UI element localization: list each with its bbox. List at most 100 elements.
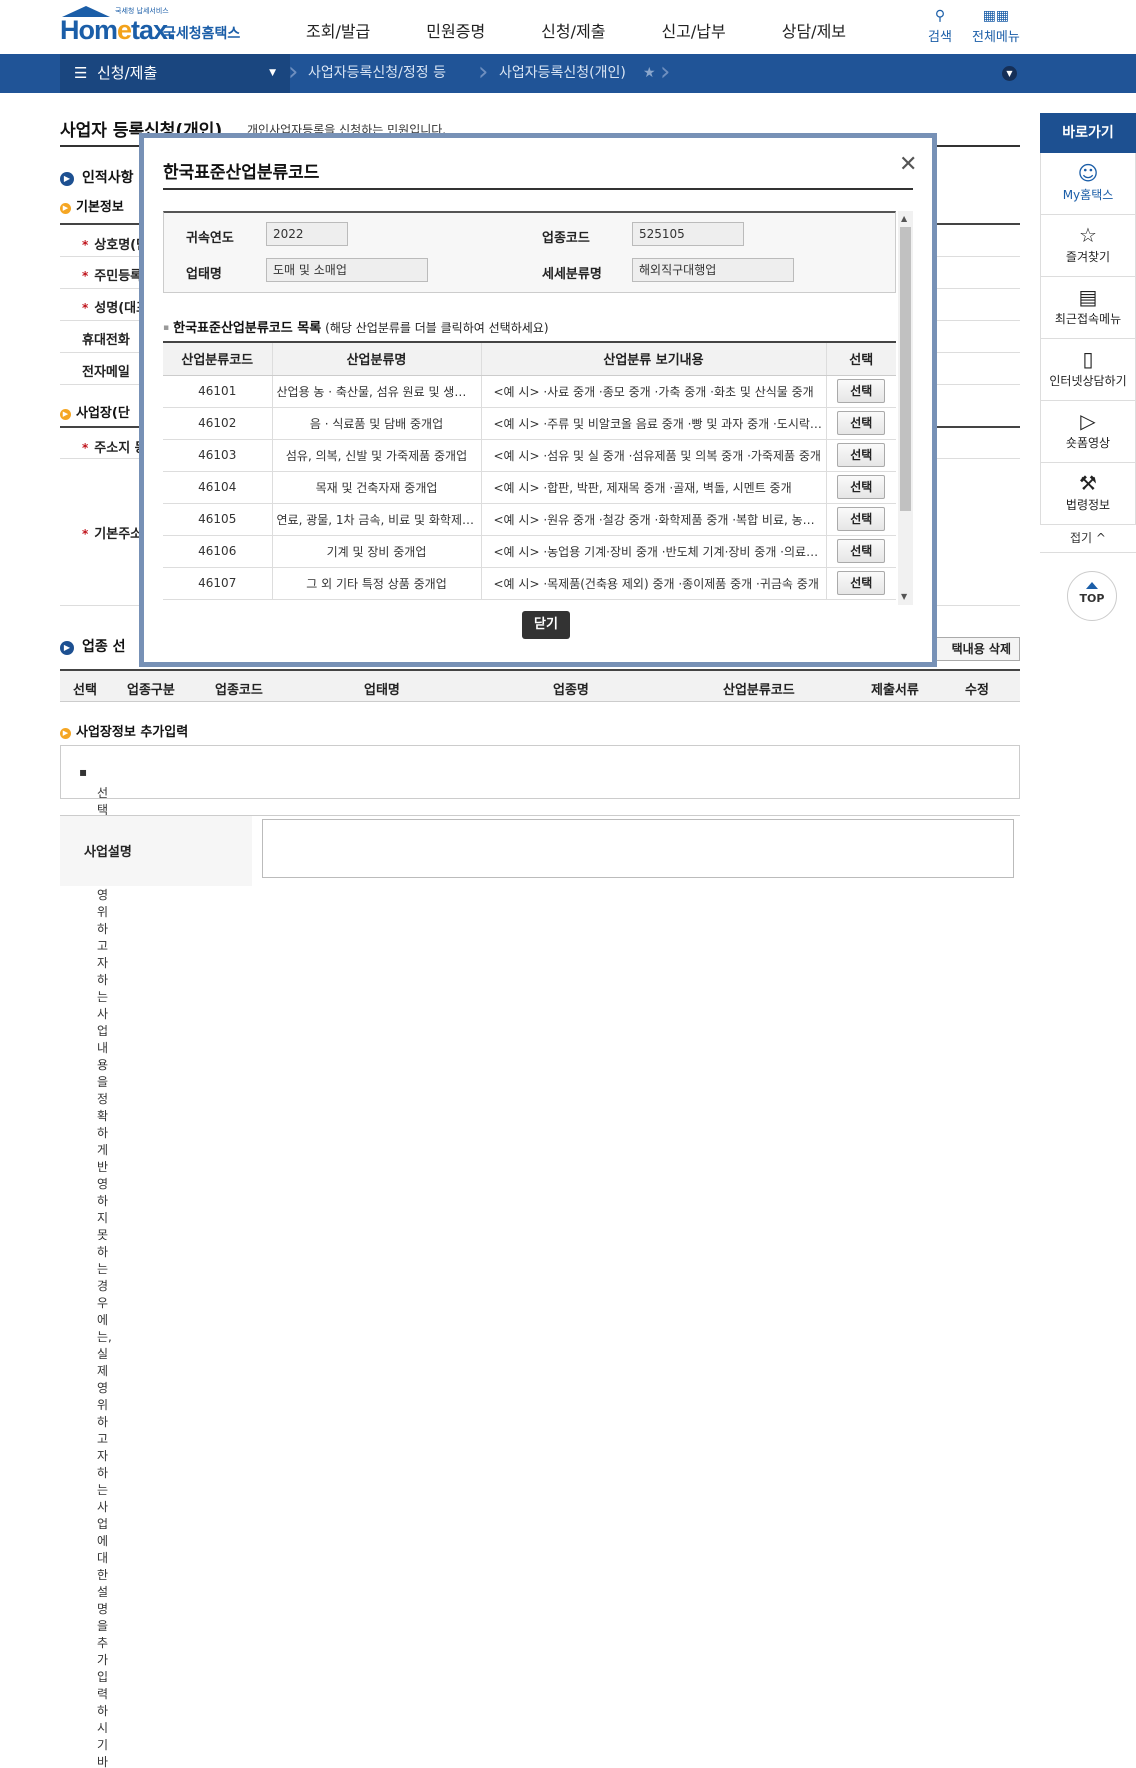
industry-code-modal: 한국표준산업분류코드 ✕ 귀속연도 2022 업종코드 525105 업태명 도… bbox=[139, 133, 937, 667]
modal-scrollbar[interactable]: ▲ ▼ bbox=[898, 211, 913, 605]
sidebar-item-consult[interactable]: ▯ 인터넷상담하기 bbox=[1040, 339, 1136, 401]
col-industry-code: 업종코드 bbox=[215, 683, 263, 698]
row-example: <예 시> ·농업용 기계·장비 중개 ·반도체 기계·장비 중개 ·의료기기 … bbox=[481, 535, 827, 568]
col-edit: 수정 bbox=[965, 683, 989, 698]
col-industry-type: 업종구분 bbox=[127, 683, 175, 698]
nav-application[interactable]: 신청/제출 bbox=[541, 18, 605, 42]
sidebar-item-law[interactable]: ⚒ 법령정보 bbox=[1040, 463, 1136, 525]
gavel-icon: ⚒ bbox=[1079, 471, 1097, 495]
chat-icon: ▯ bbox=[1082, 347, 1094, 371]
industry-table-header: 선택 업종구분 업종코드 업태명 업종명 산업분류코드 제출서류 수정 bbox=[60, 669, 1020, 702]
table-row[interactable]: 46102 음 · 식료품 및 담배 중개업 <예 시> ·주류 및 비알코올 음료… bbox=[163, 407, 896, 440]
select-button[interactable]: 선택 bbox=[837, 411, 886, 435]
row-name: 음 · 식료품 및 담배 중개업 bbox=[272, 407, 482, 440]
row-code: 46105 bbox=[163, 503, 273, 536]
table-row[interactable]: 46105연료, 광물, 1차 금속, 비료 및 화학제품 중개업<예 시> ·… bbox=[163, 503, 896, 536]
table-row[interactable]: 46101 산업용 농 · 축산물, 섬유 원료 및 생물 중개업 <예 시> ·사… bbox=[163, 375, 896, 408]
table-row[interactable]: 46106 기계 및 장비 중개업 <예 시> ·농업용 기계·장비 중개 ·반도체… bbox=[163, 535, 896, 568]
nav-consult[interactable]: 상담/제보 bbox=[782, 18, 846, 42]
row-name: 그 외 기타 특정 상품 중개업 bbox=[272, 567, 482, 600]
row-example: <예 시> ·주류 및 비알코올 음료 중개 ·빵 및 과자 중개 ·도시락 중… bbox=[481, 407, 827, 440]
close-icon[interactable]: ✕ bbox=[899, 154, 917, 176]
breadcrumb-level3[interactable]: 사업자등록신청(개인) bbox=[499, 54, 626, 93]
row-example: <예 시> ·합판, 박판, 제재목 중개 ·골재, 벽돌, 시멘트 중개 bbox=[481, 471, 827, 504]
selected-info-panel: 귀속연도 2022 업종코드 525105 업태명 도매 및 소매업 세세분류명… bbox=[163, 211, 896, 293]
hometax-logo[interactable]: 국세청 납세서비스 Hometax. 국세청홈택스 bbox=[60, 6, 250, 46]
logo-korean: 국세청홈택스 bbox=[163, 26, 241, 42]
play-icon: ▷ bbox=[1080, 409, 1096, 433]
business-description-textarea[interactable] bbox=[262, 819, 1014, 878]
quick-links-sidebar: 바로가기 ☺ My홈택스 ☆ 즐겨찾기 ▤ 최근접속메뉴 ▯ 인터넷상담하기 ▷ 숏폼영상… bbox=[1040, 113, 1136, 553]
sub-extra-info: ▶ 사업장정보 추가입력 bbox=[60, 721, 188, 740]
sidebar-item-shortform[interactable]: ▷ 숏폼영상 bbox=[1040, 401, 1136, 463]
breadcrumb-level2[interactable]: 사업자등록신청/정정 등 bbox=[308, 54, 446, 93]
row-example: <예 시> ·원유 중개 ·철강 중개 ·화학제품 중개 ·복합 비료, 농약 … bbox=[481, 503, 827, 536]
logo-wordmark: Hometax. bbox=[60, 15, 175, 45]
field-label-address: * 주소지 동 bbox=[82, 441, 147, 456]
breadcrumb-bar: ☰ 신청/제출 ▼ › 사업자등록신청/정정 등 › 사업자등록신청(개인) ★ … bbox=[0, 54, 1136, 93]
breadcrumb-separator-icon: › bbox=[288, 57, 299, 87]
year-label: 귀속연도 bbox=[186, 231, 234, 246]
info-box: ▪ 선택한 업종이 영위하고자 하는 사업 내용을 정확하게 반영하지 못하는 … bbox=[60, 745, 1020, 1768]
col-classification-code: 산업분류코드 bbox=[723, 683, 795, 698]
favorite-star-icon[interactable]: ★ bbox=[643, 54, 656, 93]
field-label-phone: 휴대전화 bbox=[82, 333, 130, 348]
menu-dropdown[interactable]: ☰ 신청/제출 ▼ bbox=[60, 54, 290, 93]
scrollbar-thumb[interactable] bbox=[900, 227, 911, 511]
search-label: 검색 bbox=[928, 30, 952, 45]
scroll-top-button[interactable]: TOP bbox=[1067, 571, 1117, 621]
th-name: 산업분류명 bbox=[272, 341, 482, 376]
select-button[interactable]: 선택 bbox=[837, 475, 886, 499]
row-code: 46101 bbox=[163, 375, 273, 408]
row-code: 46106 bbox=[163, 535, 273, 568]
row-name: 섬유, 의복, 신발 및 가죽제품 중개업 bbox=[272, 439, 482, 472]
modal-title-divider bbox=[163, 188, 913, 190]
scroll-down-icon[interactable]: ▼ bbox=[901, 592, 907, 601]
th-example: 산업분류 보기내용 bbox=[481, 341, 827, 376]
sub-bullet-icon: ▶ bbox=[60, 409, 71, 420]
menu-dropdown-label: 신청/제출 bbox=[96, 64, 158, 82]
delete-selection-button[interactable]: 택내용 삭제 bbox=[936, 637, 1020, 661]
field-label-email: 전자메일 bbox=[82, 365, 130, 380]
row-name: 연료, 광물, 1차 금속, 비료 및 화학제품 중개업 bbox=[272, 503, 482, 536]
breadcrumb-separator-icon: › bbox=[660, 57, 671, 87]
table-row[interactable]: 46104 목재 및 건축자재 중개업 <예 시> ·합판, 박판, 제재목 중개 … bbox=[163, 471, 896, 504]
sub-bullet-icon: ▶ bbox=[60, 203, 71, 214]
nav-inquiry[interactable]: 조회/발급 bbox=[306, 18, 370, 42]
scroll-up-icon[interactable]: ▲ bbox=[901, 214, 907, 223]
select-button[interactable]: 선택 bbox=[837, 507, 886, 531]
row-code: 46102 bbox=[163, 407, 273, 440]
sub-business-place: ▶ 사업장(단 bbox=[60, 402, 130, 421]
quick-links-title: 바로가기 bbox=[1040, 113, 1136, 153]
modal-scroll-area: 귀속연도 2022 업종코드 525105 업태명 도매 및 소매업 세세분류명… bbox=[163, 211, 913, 605]
expand-circle-icon[interactable]: ▼ bbox=[1002, 66, 1017, 81]
col-industry-name: 업종명 bbox=[553, 683, 589, 698]
select-button[interactable]: 선택 bbox=[837, 379, 886, 403]
close-button[interactable]: 닫기 bbox=[522, 611, 570, 639]
sidebar-fold-button[interactable]: 접기 ^ bbox=[1040, 525, 1136, 553]
sidebar-item-my-hometax[interactable]: ☺ My홈택스 bbox=[1040, 153, 1136, 215]
sidebar-item-favorites[interactable]: ☆ 즐겨찾기 bbox=[1040, 215, 1136, 277]
sub-basic-info: ▶ 기본정보 bbox=[60, 196, 124, 215]
col-select: 선택 bbox=[73, 683, 97, 698]
section-bullet-icon: ▶ bbox=[60, 172, 74, 186]
all-menu-button[interactable]: ▦▦ 전체메뉴 bbox=[972, 8, 1020, 45]
sub-bullet-icon: ▶ bbox=[60, 728, 71, 739]
field-label-base-address: * 기본주소 bbox=[82, 527, 143, 542]
nav-report-pay[interactable]: 신고/납부 bbox=[661, 18, 725, 42]
search-button[interactable]: ⚲ 검색 bbox=[928, 8, 952, 45]
sidebar-item-recent[interactable]: ▤ 최근접속메뉴 bbox=[1040, 277, 1136, 339]
th-select: 선택 bbox=[826, 341, 896, 376]
classification-table: 산업분류코드 산업분류명 산업분류 보기내용 선택 46101 산업용 농 · 축… bbox=[163, 341, 896, 600]
business-type-label: 업태명 bbox=[186, 267, 222, 282]
nav-certificate[interactable]: 민원증명 bbox=[426, 18, 485, 42]
section-bullet-icon: ▶ bbox=[60, 641, 74, 655]
table-row[interactable]: 46107 그 외 기타 특정 상품 중개업 <예 시> ·목제품(건축용 제외) … bbox=[163, 567, 896, 600]
select-button[interactable]: 선택 bbox=[837, 539, 886, 563]
select-button[interactable]: 선택 bbox=[837, 443, 886, 467]
table-row[interactable]: 46103 섬유, 의복, 신발 및 가죽제품 중개업 <예 시> ·섬유 및 실 … bbox=[163, 439, 896, 472]
business-type-field: 도매 및 소매업 bbox=[266, 258, 428, 282]
arrow-up-icon bbox=[1086, 582, 1098, 589]
industry-code-label: 업종코드 bbox=[542, 231, 590, 246]
select-button[interactable]: 선택 bbox=[837, 571, 886, 595]
